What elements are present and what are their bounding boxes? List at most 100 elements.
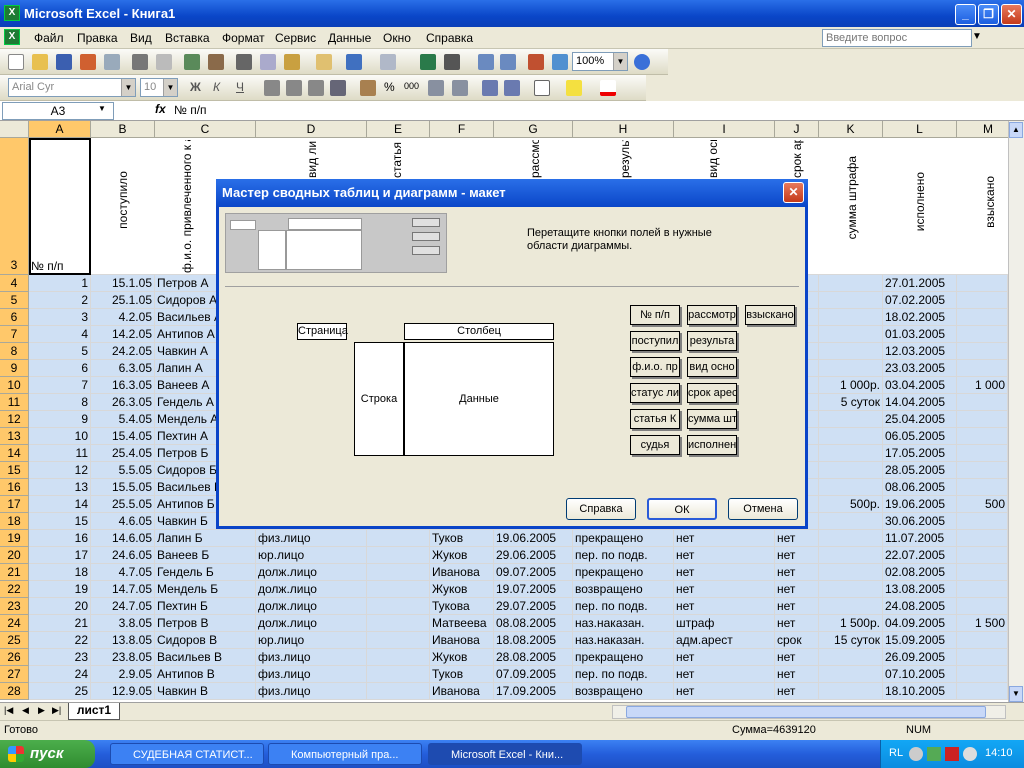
- row-header[interactable]: 9: [0, 360, 29, 377]
- cell-received[interactable]: 25.5.05: [91, 496, 155, 513]
- antivirus-icon[interactable]: [945, 747, 959, 761]
- col-header-a[interactable]: A: [29, 121, 91, 138]
- field-status[interactable]: статус ли: [630, 383, 680, 403]
- email-icon[interactable]: [104, 54, 120, 70]
- row-area[interactable]: Строка: [354, 342, 404, 456]
- cell-fio[interactable]: Чавкин В: [155, 683, 256, 700]
- cell-executed[interactable]: 07.02.2005: [883, 292, 957, 309]
- cell-collected[interactable]: [957, 683, 1008, 700]
- cell-collected[interactable]: 1 000: [957, 377, 1008, 394]
- cell-article[interactable]: [367, 683, 430, 700]
- cell-received[interactable]: 26.3.05: [91, 394, 155, 411]
- tray-app-icon[interactable]: [963, 747, 977, 761]
- cell-fio[interactable]: Ванеев Б: [155, 547, 256, 564]
- italic-button[interactable]: К: [213, 80, 220, 94]
- cell-no[interactable]: 23: [29, 649, 91, 666]
- cell-executed[interactable]: 03.04.2005: [883, 377, 957, 394]
- cell-executed[interactable]: 08.06.2005: [883, 479, 957, 496]
- row-header[interactable]: 10: [0, 377, 29, 394]
- cell-received[interactable]: 12.9.05: [91, 683, 155, 700]
- format-painter-icon[interactable]: [316, 54, 332, 70]
- cell-result[interactable]: прекращено: [573, 530, 674, 547]
- cell-arrest-term[interactable]: нет: [775, 547, 819, 564]
- cell-punishment[interactable]: нет: [674, 581, 775, 598]
- cell-executed[interactable]: 26.09.2005: [883, 649, 957, 666]
- cell-reviewed[interactable]: 17.09.2005: [494, 683, 573, 700]
- cell-arrest-term[interactable]: нет: [775, 666, 819, 683]
- row-header[interactable]: 23: [0, 598, 29, 615]
- cell-reviewed[interactable]: 19.07.2005: [494, 581, 573, 598]
- close-button[interactable]: ✕: [1001, 4, 1022, 25]
- cell-reviewed[interactable]: 28.08.2005: [494, 649, 573, 666]
- menu-view[interactable]: Вид: [130, 31, 152, 45]
- row-header[interactable]: 4: [0, 275, 29, 292]
- cell-no[interactable]: 21: [29, 615, 91, 632]
- cell-executed[interactable]: 25.04.2005: [883, 411, 957, 428]
- cell-result[interactable]: пер. по подв.: [573, 547, 674, 564]
- cell-punishment[interactable]: нет: [674, 598, 775, 615]
- print-icon[interactable]: [132, 54, 148, 70]
- help-dropdown-icon[interactable]: ▼: [972, 31, 982, 42]
- cell-collected[interactable]: [957, 666, 1008, 683]
- cell-collected[interactable]: [957, 462, 1008, 479]
- cell-no[interactable]: 2: [29, 292, 91, 309]
- borders-icon[interactable]: [534, 80, 550, 96]
- cell-received[interactable]: 15.1.05: [91, 275, 155, 292]
- cancel-button[interactable]: Отмена: [728, 498, 798, 520]
- field-reviewed[interactable]: рассмотр: [687, 305, 737, 325]
- cell-result[interactable]: прекращено: [573, 649, 674, 666]
- bold-button[interactable]: Ж: [190, 80, 201, 94]
- cell-reviewed[interactable]: 29.07.2005: [494, 598, 573, 615]
- cell-received[interactable]: 25.1.05: [91, 292, 155, 309]
- h-scroll-thumb[interactable]: [626, 706, 986, 718]
- field-arrest-term[interactable]: срок арес: [687, 383, 737, 403]
- cell-received[interactable]: 15.4.05: [91, 428, 155, 445]
- prev-sheet-icon[interactable]: ◀: [22, 705, 29, 716]
- scroll-up-icon[interactable]: ▲: [1009, 122, 1023, 138]
- print-preview-icon[interactable]: [156, 54, 172, 70]
- row-header[interactable]: 26: [0, 649, 29, 666]
- cell-executed[interactable]: 02.08.2005: [883, 564, 957, 581]
- cell-executed[interactable]: 28.05.2005: [883, 462, 957, 479]
- cell-judge[interactable]: Жуков: [430, 547, 494, 564]
- cell-judge[interactable]: Жуков: [430, 581, 494, 598]
- cell-received[interactable]: 4.2.05: [91, 309, 155, 326]
- cell-received[interactable]: 25.4.05: [91, 445, 155, 462]
- new-icon[interactable]: [8, 54, 24, 70]
- cell-collected[interactable]: [957, 360, 1008, 377]
- cell-fine-sum[interactable]: 5 суток: [819, 394, 883, 411]
- cell-executed[interactable]: 11.07.2005: [883, 530, 957, 547]
- cell-fine-sum[interactable]: [819, 581, 883, 598]
- task-excel[interactable]: Microsoft Excel - Кни...: [428, 743, 582, 765]
- cell-executed[interactable]: 01.03.2005: [883, 326, 957, 343]
- cell-person-type[interactable]: физ.лицо: [256, 649, 367, 666]
- cell-result[interactable]: возвращено: [573, 581, 674, 598]
- cell-person-type[interactable]: физ.лицо: [256, 683, 367, 700]
- cell-fio[interactable]: Гендель Б: [155, 564, 256, 581]
- cell-fine-sum[interactable]: [819, 411, 883, 428]
- cell-no[interactable]: 15: [29, 513, 91, 530]
- help-button[interactable]: Справка: [566, 498, 636, 520]
- fill-color-icon[interactable]: [566, 80, 582, 96]
- cell-arrest-term[interactable]: нет: [775, 615, 819, 632]
- cell-judge[interactable]: Матвеева: [430, 615, 494, 632]
- cell-executed[interactable]: 19.06.2005: [883, 496, 957, 513]
- row-header[interactable]: 24: [0, 615, 29, 632]
- cell-executed[interactable]: 24.08.2005: [883, 598, 957, 615]
- cell-article[interactable]: [367, 530, 430, 547]
- cell-fio[interactable]: Васильев В: [155, 649, 256, 666]
- cell-arrest-term[interactable]: нет: [775, 530, 819, 547]
- vertical-scrollbar[interactable]: [1008, 121, 1024, 702]
- autosum-icon[interactable]: [444, 54, 460, 70]
- cell-arrest-term[interactable]: нет: [775, 564, 819, 581]
- font-dropdown-icon[interactable]: ▼: [121, 79, 135, 96]
- cell-article[interactable]: [367, 581, 430, 598]
- cell-result[interactable]: наз.наказан.: [573, 615, 674, 632]
- cell-received[interactable]: 14.7.05: [91, 581, 155, 598]
- cell-no[interactable]: 9: [29, 411, 91, 428]
- col-header-e[interactable]: E: [367, 121, 430, 138]
- help-search-input[interactable]: Введите вопрос: [822, 29, 972, 47]
- cell-executed[interactable]: 23.03.2005: [883, 360, 957, 377]
- cell-no[interactable]: 25: [29, 683, 91, 700]
- chart-wizard-icon[interactable]: [528, 54, 544, 70]
